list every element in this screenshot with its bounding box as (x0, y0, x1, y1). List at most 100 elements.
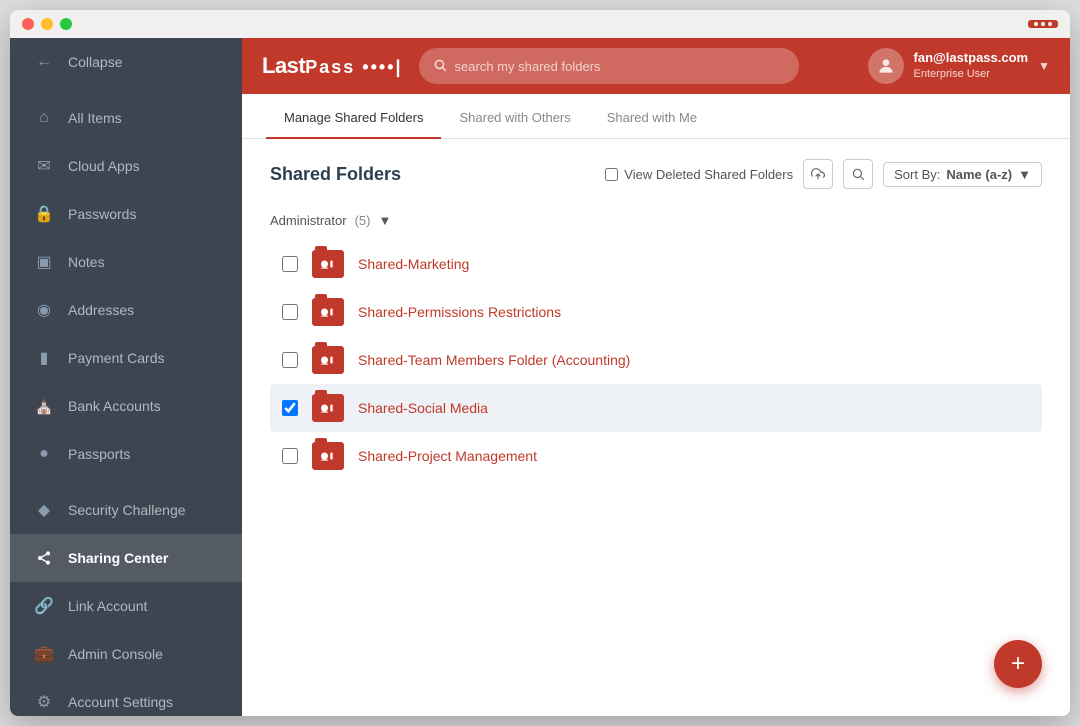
search-icon (433, 58, 447, 75)
sidebar-cloud-apps-label: Cloud Apps (68, 158, 140, 174)
sidebar-notes-label: Notes (68, 254, 105, 270)
bank-icon: ⛪ (34, 396, 54, 416)
table-row[interactable]: Shared-Marketing (270, 240, 1042, 288)
user-email: fan@lastpass.com (914, 50, 1029, 67)
sort-by-dropdown[interactable]: Sort By: Name (a-z) ▼ (883, 162, 1042, 187)
title-bar (10, 10, 1070, 38)
share-icon (34, 548, 54, 568)
avatar (868, 48, 904, 84)
folder-name-1: Shared-Marketing (358, 256, 469, 272)
folder-name-2: Shared-Permissions Restrictions (358, 304, 561, 320)
globe-icon: ● (34, 444, 54, 464)
sidebar-item-all-items[interactable]: ⌂ All Items (10, 94, 242, 142)
view-deleted-label[interactable]: View Deleted Shared Folders (605, 167, 793, 182)
app-body: ← Collapse ⌂ All Items ✉ Cloud Apps 🔒 Pa… (10, 38, 1070, 716)
main-content: Manage Shared Folders Shared with Others… (242, 94, 1070, 716)
app-header: LastPass ••••| fan@lastpass.com Enterpri… (242, 38, 1070, 94)
folder-icon-5 (312, 442, 344, 470)
gear-icon: ⚙ (34, 692, 54, 712)
view-deleted-text: View Deleted Shared Folders (624, 167, 793, 182)
sidebar: ← Collapse ⌂ All Items ✉ Cloud Apps 🔒 Pa… (10, 38, 242, 716)
sidebar-item-cloud-apps[interactable]: ✉ Cloud Apps (10, 142, 242, 190)
sidebar-all-items-label: All Items (68, 110, 122, 126)
app-window: ← Collapse ⌂ All Items ✉ Cloud Apps 🔒 Pa… (10, 10, 1070, 716)
sidebar-item-notes[interactable]: ▣ Notes (10, 238, 242, 286)
sidebar-item-collapse[interactable]: ← Collapse (10, 38, 242, 86)
maximize-dot[interactable] (60, 18, 72, 30)
sidebar-bank-accounts-label: Bank Accounts (68, 398, 161, 414)
content-area: Shared Folders View Deleted Shared Folde… (242, 139, 1070, 716)
folder-icon-1 (312, 250, 344, 278)
folder-icon-3 (312, 346, 344, 374)
tab-manage-shared-folders[interactable]: Manage Shared Folders (266, 94, 441, 139)
lock-icon: 🔒 (34, 204, 54, 224)
sidebar-link-account-label: Link Account (68, 598, 147, 614)
sidebar-item-passwords[interactable]: 🔒 Passwords (10, 190, 242, 238)
collapse-icon: ← (34, 52, 54, 72)
tab-shared-with-me[interactable]: Shared with Me (589, 94, 715, 139)
group-header: Administrator (5) ▼ (270, 205, 1042, 236)
close-dot[interactable] (22, 18, 34, 30)
sidebar-item-addresses[interactable]: ◉ Addresses (10, 286, 242, 334)
credit-card-icon: ▮ (34, 348, 54, 368)
sidebar-passwords-label: Passwords (68, 206, 136, 222)
folder-checkbox-5[interactable] (282, 448, 298, 464)
search-folder-icon-btn[interactable] (843, 159, 873, 189)
sidebar-account-settings-label: Account Settings (68, 694, 173, 710)
table-row[interactable]: Shared-Permissions Restrictions (270, 288, 1042, 336)
link-icon: 🔗 (34, 596, 54, 616)
sidebar-item-sharing-center[interactable]: Sharing Center (10, 534, 242, 582)
folder-checkbox-4[interactable] (282, 400, 298, 416)
sidebar-collapse-label: Collapse (68, 54, 122, 70)
view-deleted-checkbox[interactable] (605, 168, 618, 181)
folder-list: Shared-Marketing Shared-Permissions Rest… (270, 240, 1042, 480)
rocket-icon: ✉ (34, 156, 54, 176)
folder-checkbox-1[interactable] (282, 256, 298, 272)
group-label: Administrator (270, 213, 347, 228)
shield-icon: ◆ (34, 500, 54, 520)
sidebar-item-link-account[interactable]: 🔗 Link Account (10, 582, 242, 630)
tab-shared-with-others[interactable]: Shared with Others (441, 94, 588, 139)
user-role: Enterprise User (914, 67, 1029, 81)
minimize-dot[interactable] (41, 18, 53, 30)
main-wrapper: LastPass ••••| fan@lastpass.com Enterpri… (242, 38, 1070, 716)
folder-checkbox-2[interactable] (282, 304, 298, 320)
folder-icon-4 (312, 394, 344, 422)
sidebar-payment-cards-label: Payment Cards (68, 350, 164, 366)
user-info: fan@lastpass.com Enterprise User ▼ (868, 48, 1050, 84)
sidebar-item-security-challenge[interactable]: ◆ Security Challenge (10, 486, 242, 534)
table-row[interactable]: Shared-Project Management (270, 432, 1042, 480)
home-icon: ⌂ (34, 108, 54, 128)
search-input[interactable] (455, 59, 785, 74)
group-toggle-icon[interactable]: ▼ (378, 213, 391, 228)
menu-icon[interactable] (1028, 20, 1058, 28)
sidebar-addresses-label: Addresses (68, 302, 134, 318)
upload-icon-btn[interactable] (803, 159, 833, 189)
sidebar-sharing-center-label: Sharing Center (68, 550, 168, 566)
content-header: Shared Folders View Deleted Shared Folde… (270, 159, 1042, 189)
user-dropdown-arrow[interactable]: ▼ (1038, 59, 1050, 73)
folder-name-5: Shared-Project Management (358, 448, 537, 464)
table-row[interactable]: Shared-Social Media (270, 384, 1042, 432)
add-fab-button[interactable]: + (994, 640, 1042, 688)
sidebar-item-passports[interactable]: ● Passports (10, 430, 242, 478)
header-actions: View Deleted Shared Folders Sort By: Nam… (605, 159, 1042, 189)
folder-icon-2 (312, 298, 344, 326)
briefcase-icon: 💼 (34, 644, 54, 664)
folder-name-3: Shared-Team Members Folder (Accounting) (358, 352, 630, 368)
user-text: fan@lastpass.com Enterprise User (914, 50, 1029, 81)
tabs-bar: Manage Shared Folders Shared with Others… (242, 94, 1070, 139)
sidebar-item-bank-accounts[interactable]: ⛪ Bank Accounts (10, 382, 242, 430)
sidebar-security-challenge-label: Security Challenge (68, 502, 186, 518)
sort-by-value: Name (a-z) (946, 167, 1012, 182)
sidebar-item-account-settings[interactable]: ⚙ Account Settings (10, 678, 242, 716)
shared-folders-title: Shared Folders (270, 164, 401, 185)
folder-checkbox-3[interactable] (282, 352, 298, 368)
search-bar[interactable] (419, 48, 799, 84)
sidebar-passports-label: Passports (68, 446, 130, 462)
sidebar-item-payment-cards[interactable]: ▮ Payment Cards (10, 334, 242, 382)
sidebar-admin-console-label: Admin Console (68, 646, 163, 662)
table-row[interactable]: Shared-Team Members Folder (Accounting) (270, 336, 1042, 384)
sort-by-label: Sort By: (894, 167, 940, 182)
sidebar-item-admin-console[interactable]: 💼 Admin Console (10, 630, 242, 678)
